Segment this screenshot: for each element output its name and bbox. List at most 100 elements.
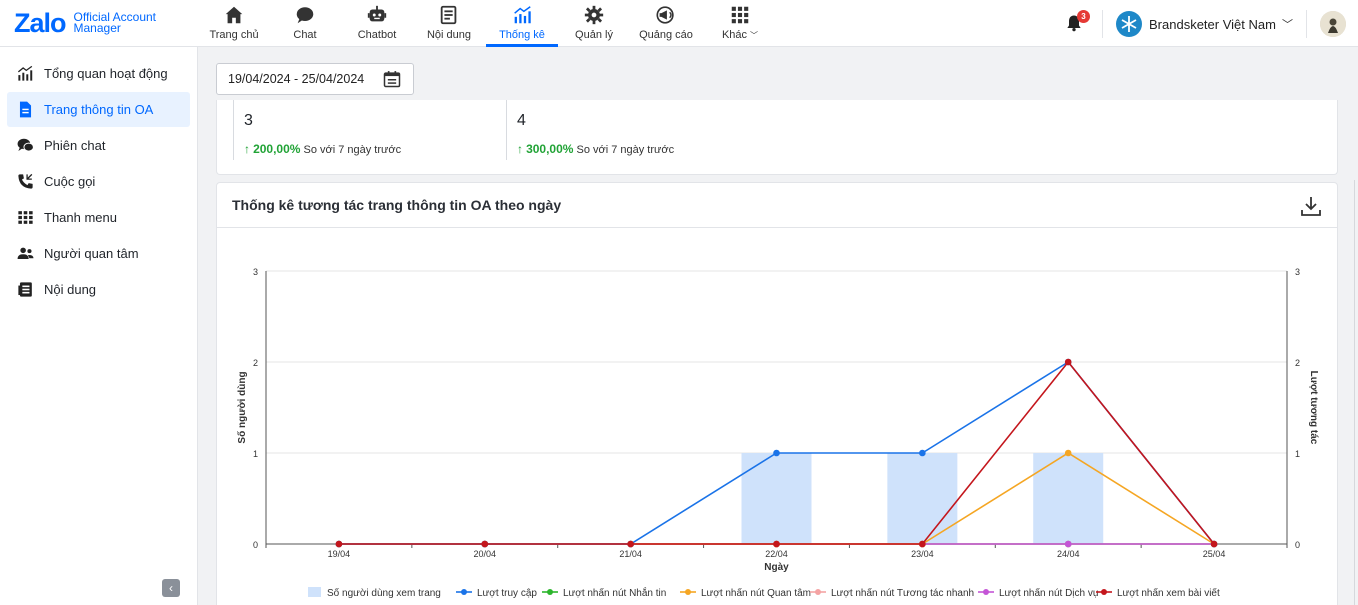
y-axis-title: Số người dùng <box>236 371 248 443</box>
users-icon <box>17 247 34 260</box>
nav-quan-ly[interactable]: Quản lý <box>558 0 630 47</box>
x-tick-label: 21/04 <box>619 549 642 559</box>
x-tick-label: 23/04 <box>911 549 934 559</box>
nav-khac-label: Khác ﹀ <box>722 29 758 41</box>
y2-axis-title: Lượt tương tác <box>1308 371 1319 445</box>
stat-item: 4 ↑ 300,00% So với 7 ngày trước <box>506 100 786 160</box>
legend-label: Lượt nhấn nút Nhắn tin <box>563 586 666 599</box>
nav-chatbot[interactable]: Chatbot <box>342 0 412 47</box>
legend-swatch-dot <box>547 589 553 595</box>
x-tick-label: 24/04 <box>1057 549 1080 559</box>
stat-change: 200,00% <box>253 142 301 156</box>
nav-quang-cao[interactable]: Quảng cáo <box>630 0 702 47</box>
collapse-sidebar-button[interactable]: ‹ <box>162 579 180 597</box>
account-switcher[interactable]: Brandsketer Việt Nam ﹀ <box>1116 11 1293 37</box>
legend-label: Lượt nhấn nút Quan tâm <box>701 587 811 599</box>
stat-item: 3 ↑ 200,00% So với 7 ngày trước <box>233 100 503 160</box>
chat-bubbles-icon <box>17 138 34 152</box>
gear-icon <box>584 5 604 25</box>
nav-label: Nội dung <box>426 29 472 41</box>
sidebar: Tổng quan hoạt động Trang thông tin OA P… <box>0 47 198 605</box>
data-point <box>1064 358 1072 366</box>
nav-noi-dung[interactable]: Nội dung <box>412 0 486 47</box>
brand-logo-icon <box>1116 11 1142 37</box>
phone-icon <box>18 173 33 189</box>
legend-label: Lượt nhấn nút Tương tác nhanh <box>831 587 974 599</box>
arrow-up-icon: ↑ <box>517 142 523 156</box>
sidebar-item-noi-dung[interactable]: Nội dung <box>7 272 190 307</box>
main-nav: Trang chủ Chat Chatbot Nội dung Thống kê… <box>200 0 778 47</box>
sidebar-item-label: Phiên chat <box>44 138 106 153</box>
arrow-up-icon: ↑ <box>244 142 250 156</box>
sidebar-item-phien-chat[interactable]: Phiên chat <box>7 128 190 163</box>
legend-label: Lượt nhấn xem bài viết <box>1117 587 1220 599</box>
chat-icon <box>296 7 314 24</box>
nav-khac[interactable]: Khác ﹀ <box>702 0 778 47</box>
sidebar-item-label: Trang thông tin OA <box>44 102 154 117</box>
nav-chat[interactable]: Chat <box>268 0 342 47</box>
sidebar-item-label: Tổng quan hoạt động <box>44 66 168 81</box>
sidebar-item-trang-thong-tin[interactable]: Trang thông tin OA <box>7 92 190 127</box>
megaphone-icon <box>656 6 674 24</box>
nav-thong-ke[interactable]: Thống kê <box>486 0 558 47</box>
scrollbar-track[interactable] <box>1354 180 1355 605</box>
stat-compare-label: So với 7 ngày trước <box>576 144 675 156</box>
x-tick-label: 20/04 <box>474 549 497 559</box>
divider <box>1306 10 1307 38</box>
chevron-left-icon: ‹ <box>169 581 173 595</box>
sidebar-item-label: Người quan tâm <box>44 246 139 261</box>
data-point <box>919 449 926 457</box>
legend-label: Lượt nhấn nút Dịch vụ <box>999 587 1098 599</box>
legend-swatch-dot <box>983 589 989 595</box>
legend-swatch <box>308 587 321 597</box>
nav-label: Quản lý <box>575 29 613 41</box>
nav-label: Thống kê <box>499 29 545 41</box>
stats-summary-card: 3 ↑ 200,00% So với 7 ngày trước 4 ↑ 300,… <box>216 100 1338 175</box>
nav-label: Chatbot <box>357 29 397 41</box>
chart-card: Thống kê tương tác trang thông tin OA th… <box>216 182 1338 605</box>
stat-comparison: ↑ 200,00% So với 7 ngày trước <box>244 142 401 156</box>
user-avatar[interactable] <box>1320 11 1346 37</box>
nav-label: Khác <box>721 29 748 41</box>
data-point <box>773 449 780 457</box>
nav-label: Chat <box>293 29 317 41</box>
stat-compare-label: So với 7 ngày trước <box>303 144 402 156</box>
date-range-picker[interactable]: 19/04/2024 - 25/04/2024 <box>216 63 414 95</box>
content-icon <box>440 5 457 25</box>
home-icon <box>225 6 243 24</box>
sidebar-item-cuoc-goi[interactable]: Cuộc gọi <box>7 164 190 199</box>
stat-change: 300,00% <box>526 142 574 156</box>
data-point <box>919 540 926 548</box>
sidebar-item-label: Thanh menu <box>44 210 117 225</box>
bar <box>741 453 812 544</box>
chevron-down-icon: ﹀ <box>1281 19 1293 31</box>
stat-comparison: ↑ 300,00% So với 7 ngày trước <box>517 142 674 156</box>
x-axis-title: Ngày <box>764 562 789 573</box>
data-point <box>627 540 634 548</box>
calendar-icon <box>383 71 401 88</box>
data-point <box>1064 449 1072 457</box>
sidebar-item-nguoi-quan-tam[interactable]: Người quan tâm <box>7 236 190 271</box>
data-point <box>481 540 489 548</box>
nav-label: Trang chủ <box>209 29 259 41</box>
y-tick-label: 0 <box>253 540 258 550</box>
nav-label: Quảng cáo <box>639 29 693 41</box>
zalo-oa-logo[interactable]: Zalo Official Account Manager <box>14 9 156 37</box>
legend-swatch-dot <box>815 589 821 595</box>
legend-swatch-dot <box>1101 589 1107 595</box>
logo-subtitle: Official Account Manager <box>74 11 157 34</box>
nav-trang-chu[interactable]: Trang chủ <box>200 0 268 47</box>
legend-label: Số người dùng xem trang <box>327 587 441 599</box>
sidebar-item-thanh-menu[interactable]: Thanh menu <box>7 200 190 235</box>
y-tick-label: 1 <box>253 449 258 459</box>
x-tick-label: 25/04 <box>1203 549 1226 559</box>
top-bar: Zalo Official Account Manager Trang chủ … <box>0 0 1358 47</box>
sidebar-item-tong-quan[interactable]: Tổng quan hoạt động <box>7 56 190 91</box>
data-point <box>1210 540 1218 548</box>
data-point <box>1064 540 1072 548</box>
x-tick-label: 22/04 <box>765 549 788 559</box>
y-tick-label: 3 <box>253 267 258 277</box>
notification-badge: 3 <box>1077 10 1090 23</box>
legend-label: Lượt truy cập <box>477 588 537 599</box>
bar <box>887 453 958 544</box>
